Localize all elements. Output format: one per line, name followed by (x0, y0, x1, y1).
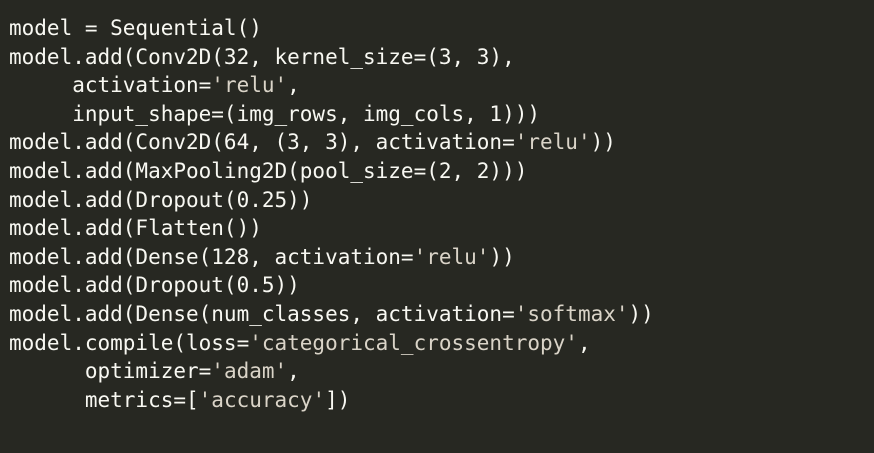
string-literal: 'relu' (413, 244, 490, 269)
code-token: model.add(Conv2D(64, (3, 3), activation= (9, 130, 515, 155)
code-token: , (287, 73, 300, 98)
code-token: model.add(Dropout(0.25)) (9, 187, 313, 212)
code-token: , (287, 359, 300, 384)
code-token: optimizer= (9, 359, 212, 384)
code-line: model.add(MaxPooling2D(pool_size=(2, 2))… (9, 157, 874, 186)
code-line: activation='relu', (9, 71, 874, 100)
code-token: , (577, 330, 591, 355)
code-token: activation= (9, 73, 212, 98)
code-token: model.add(Dropout(0.5)) (9, 273, 300, 298)
code-token: )) (489, 244, 515, 269)
string-literal: 'relu' (514, 130, 591, 155)
code-line: model.add(Dense(num_classes, activation=… (9, 300, 874, 329)
code-block: model = Sequential() model.add(Conv2D(32,… (9, 14, 874, 414)
code-token: model.add(MaxPooling2D(pool_size=(2, 2))… (9, 158, 528, 183)
code-token: model = Sequential() (9, 16, 262, 40)
code-line: model.add(Conv2D(64, (3, 3), activation=… (9, 128, 874, 157)
code-line: model.add(Dropout(0.5)) (9, 271, 874, 300)
string-literal: 'accuracy' (198, 387, 326, 412)
code-line: model.add(Flatten()) (9, 214, 874, 243)
code-line: model = Sequential() (9, 14, 874, 43)
code-token: input_shape=(img_rows, img_cols, 1))) (9, 101, 541, 126)
code-line: optimizer='adam', (9, 357, 874, 386)
code-editor[interactable]: model = Sequential() model.add(Conv2D(32,… (0, 0, 874, 453)
code-line: model.compile(loss='categorical_crossent… (9, 329, 874, 358)
code-token: model.add(Flatten()) (9, 216, 262, 241)
code-token: model.add(Conv2D(32, kernel_size=(3, 3), (9, 44, 515, 69)
code-token: metrics=[ (9, 387, 199, 412)
code-line: input_shape=(img_rows, img_cols, 1))) (9, 100, 874, 129)
code-token: )) (590, 130, 616, 155)
string-literal: 'softmax' (514, 301, 629, 326)
code-token: model.compile(loss= (9, 330, 250, 355)
string-literal: 'categorical_crossentropy' (249, 330, 578, 355)
code-line: metrics=['accuracy']) (9, 386, 874, 415)
code-token: model.add(Dense(128, activation= (9, 244, 414, 269)
code-token: ]) (325, 387, 351, 412)
code-token: model.add(Dense(num_classes, activation= (9, 301, 515, 326)
code-token: )) (628, 301, 654, 326)
string-literal: 'relu' (211, 73, 288, 98)
code-line: model.add(Dense(128, activation='relu')) (9, 243, 874, 272)
code-line: model.add(Dropout(0.25)) (9, 186, 874, 215)
code-line: model.add(Conv2D(32, kernel_size=(3, 3), (9, 43, 874, 72)
string-literal: 'adam' (211, 359, 288, 384)
